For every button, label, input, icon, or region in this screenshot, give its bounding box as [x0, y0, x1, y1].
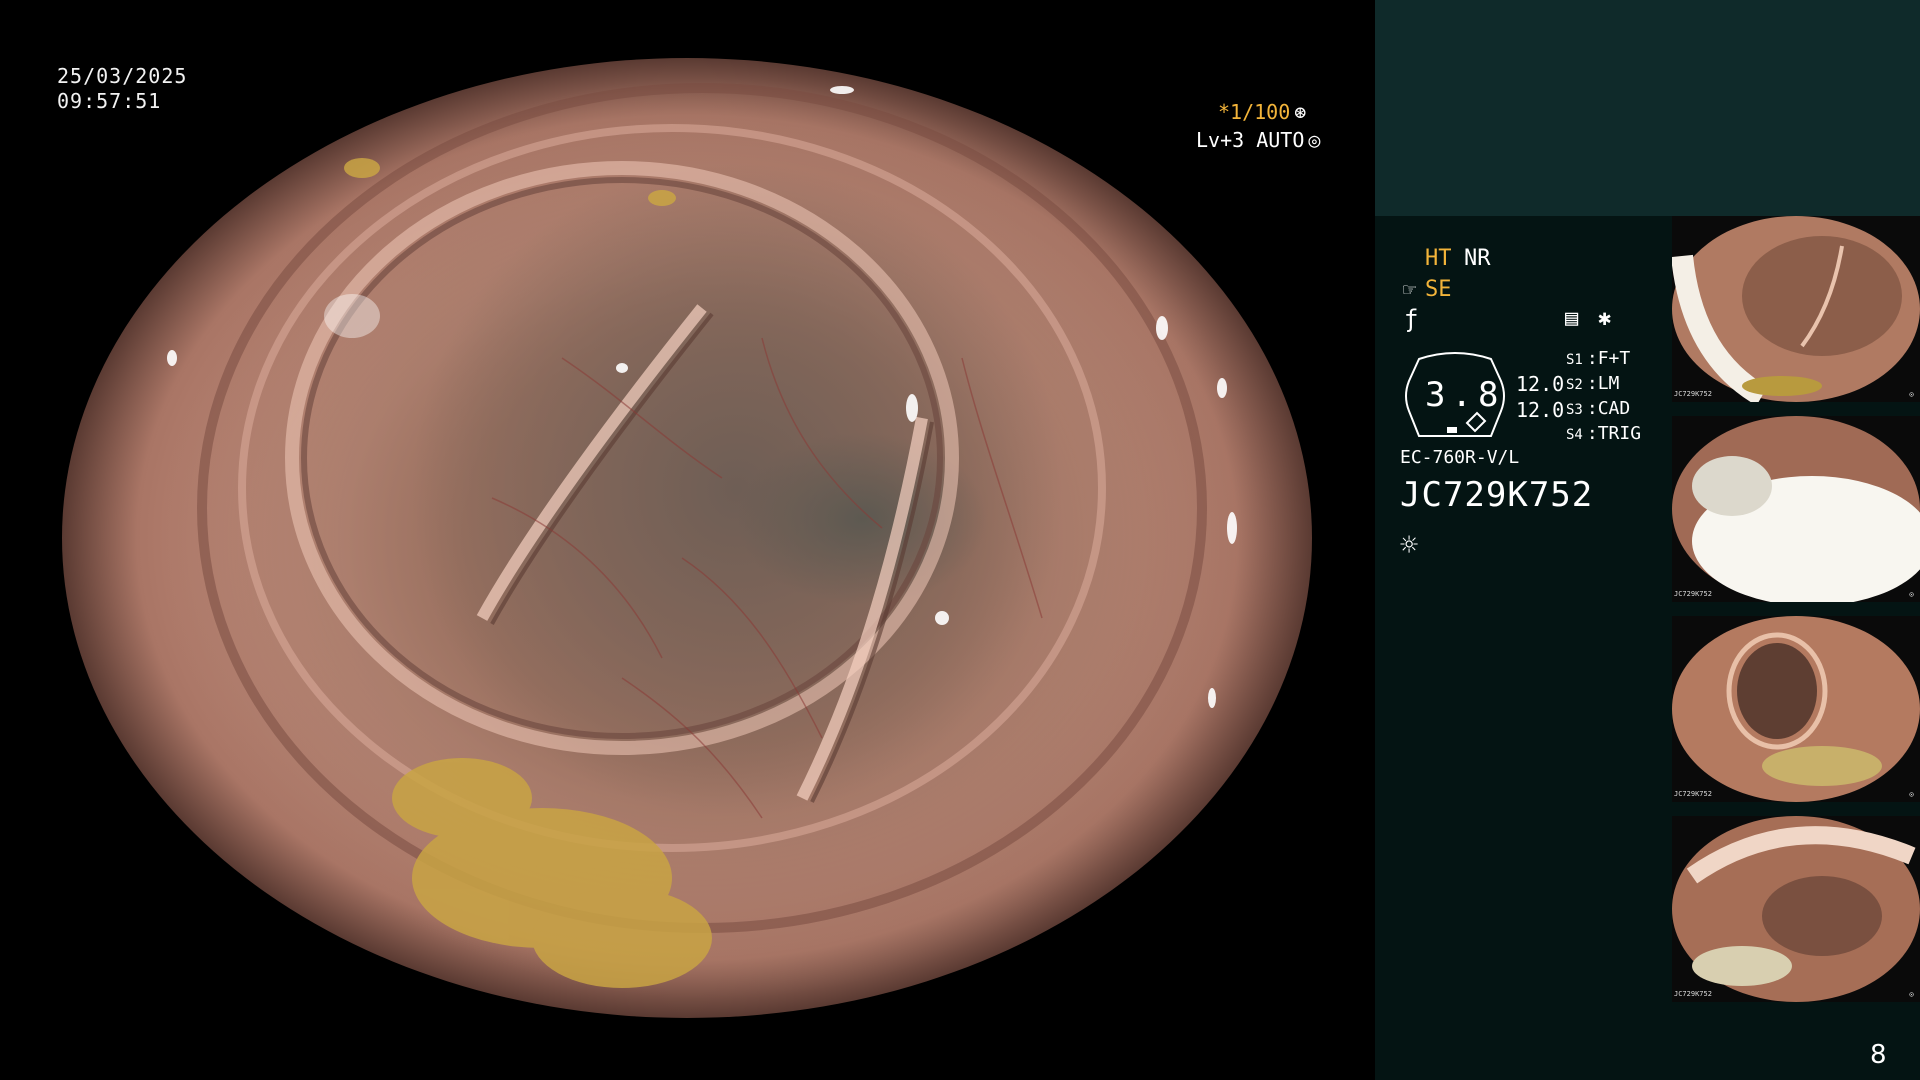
thumbnail-image	[1672, 416, 1920, 602]
capture-icon: ⊙	[1909, 390, 1914, 399]
se-indicator: SE	[1425, 277, 1452, 302]
shutter-readout: *1/100 ⊛	[1218, 100, 1306, 124]
switch-value: F+T	[1597, 348, 1631, 369]
f-icon: ƒ	[1404, 305, 1419, 333]
switch-s3: S3:CAD	[1566, 398, 1630, 419]
capture-icon: ⊙	[1909, 790, 1914, 799]
endoscope-overlay	[62, 58, 1312, 1018]
exam-time: 09:57:51	[57, 89, 162, 113]
brightness-level: Lv+3 AUTO ◎	[1196, 128, 1320, 152]
thumbnail-1[interactable]: JC729K752 ⊙	[1672, 216, 1920, 402]
switch-key: S1	[1566, 352, 1583, 368]
switch-sep: :	[1586, 348, 1598, 369]
iris-icon: ◎	[1308, 128, 1321, 152]
thumbnail-caption: JC729K752	[1674, 590, 1712, 598]
setting-value-2: 12.0	[1516, 398, 1565, 422]
nr-indicator: NR	[1464, 246, 1491, 271]
thumbnail-image	[1672, 816, 1920, 1002]
switch-value: CAD	[1597, 398, 1631, 419]
capture-icon: ⊙	[1909, 990, 1914, 999]
switch-s2: S2:LM	[1566, 373, 1619, 394]
asterisk-icon: ✱	[1598, 306, 1612, 331]
ht-indicator: HT	[1425, 246, 1452, 271]
thumbnail-3[interactable]: JC729K752 ⊙	[1672, 616, 1920, 802]
switch-key: S3	[1566, 402, 1583, 418]
shutter-value: *1/100	[1218, 100, 1291, 124]
switch-key: S4	[1566, 427, 1583, 443]
switch-s4: S4:TRIG	[1566, 423, 1641, 444]
scope-serial: JC729K752	[1400, 475, 1594, 515]
thumbnail-2[interactable]: JC729K752 ⊙	[1672, 416, 1920, 602]
memo-icon: ▤	[1565, 306, 1579, 331]
switch-value: TRIG	[1597, 423, 1642, 444]
setting-value-1: 12.0	[1516, 372, 1565, 396]
thumbnail-caption: JC729K752	[1674, 990, 1712, 998]
info-panel-header	[1375, 0, 1920, 216]
aperture-icon: ⊛	[1294, 100, 1307, 124]
gauge-value: 3.8	[1425, 375, 1505, 415]
exam-date: 25/03/2025	[57, 64, 188, 88]
thumbnail-image	[1672, 216, 1920, 402]
thumbnail-caption: JC729K752	[1674, 390, 1712, 398]
hand-icon: ☞	[1403, 278, 1417, 303]
level-value: Lv+3 AUTO	[1196, 128, 1305, 152]
thumbnail-caption: JC729K752	[1674, 790, 1712, 798]
thumbnail-image	[1672, 616, 1920, 802]
switch-sep: :	[1586, 373, 1598, 394]
scope-model: EC-760R-V/L	[1400, 447, 1520, 468]
switch-sep: :	[1586, 398, 1598, 419]
thumbnail-4[interactable]: JC729K752 ⊙	[1672, 816, 1920, 1002]
switch-key: S2	[1566, 377, 1583, 393]
sun-icon: ☼	[1400, 528, 1419, 563]
switch-sep: :	[1586, 423, 1598, 444]
page-number: 8	[1870, 1040, 1887, 1070]
switch-value: LM	[1597, 373, 1620, 394]
capture-icon: ⊙	[1909, 590, 1914, 599]
switch-s1: S1:F+T	[1566, 348, 1630, 369]
